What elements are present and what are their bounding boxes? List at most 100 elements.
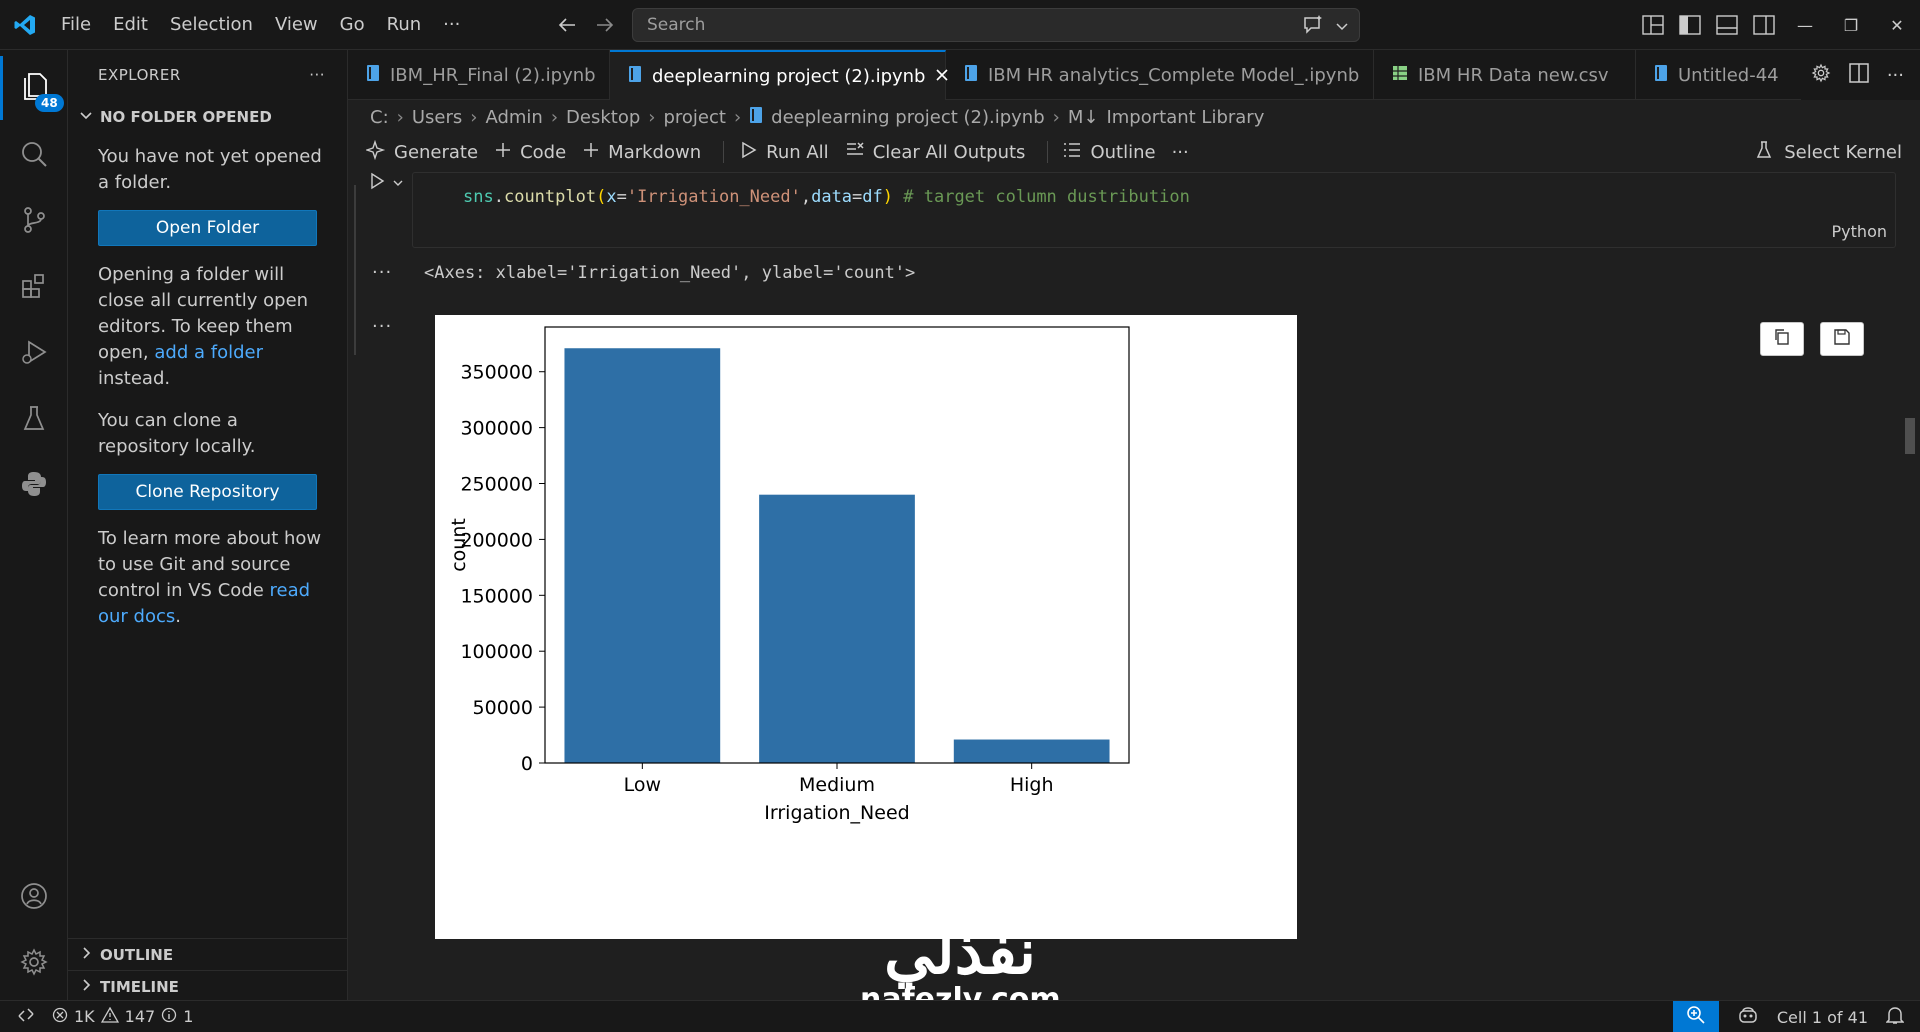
cell-position[interactable]: Cell 1 of 41 bbox=[1777, 1008, 1886, 1027]
notebook-settings-gear-icon[interactable] bbox=[1811, 63, 1831, 88]
select-kernel-button[interactable]: Select Kernel bbox=[1754, 134, 1902, 170]
tab-label: IBM HR analytics_Complete Model_.ipynb bbox=[988, 64, 1360, 86]
editor-more-actions-button[interactable]: ··· bbox=[1887, 65, 1904, 86]
menu-more[interactable]: ··· bbox=[432, 0, 471, 50]
run-cell-icon[interactable] bbox=[368, 172, 386, 195]
output-more-button[interactable]: ··· bbox=[372, 262, 392, 283]
toolbar-divider bbox=[723, 141, 725, 163]
code-token: data bbox=[811, 187, 853, 207]
restore-window-icon[interactable]: ❐ bbox=[1828, 0, 1874, 50]
menu-selection[interactable]: Selection bbox=[159, 0, 264, 50]
generate-button[interactable]: Generate bbox=[362, 139, 490, 165]
open-folder-button[interactable]: Open Folder bbox=[98, 210, 317, 246]
search-placeholder: Search bbox=[647, 15, 706, 35]
no-folder-section-header[interactable]: NO FOLDER OPENED bbox=[68, 100, 347, 134]
chevron-right-icon: › bbox=[1052, 106, 1060, 128]
copilot-chat-icon[interactable] bbox=[1301, 13, 1325, 42]
copy-output-button[interactable] bbox=[1760, 322, 1804, 356]
save-icon bbox=[1833, 328, 1851, 351]
extensions-view[interactable] bbox=[0, 256, 68, 320]
add-markdown-button[interactable]: Markdown bbox=[578, 141, 713, 164]
code-cell-editor[interactable]: sns.countplot(x='Irrigation_Need',data=d… bbox=[412, 172, 1896, 248]
chevron-down-icon[interactable] bbox=[392, 173, 404, 194]
title-bar: File Edit Selection View Go Run ··· Sear… bbox=[0, 0, 1920, 50]
save-output-button[interactable] bbox=[1820, 322, 1864, 356]
chart-output: Low Medium High 0 50000 100000 150000 200000 250… bbox=[435, 315, 1297, 939]
clone-repository-button[interactable]: Clone Repository bbox=[98, 474, 317, 510]
remote-button[interactable] bbox=[0, 1001, 52, 1032]
scrollbar-thumb[interactable] bbox=[1905, 418, 1915, 454]
breadcrumb-item[interactable]: Important Library bbox=[1106, 107, 1264, 128]
tab-ibm-hr-data-csv[interactable]: IBM HR Data new.csv bbox=[1374, 50, 1636, 100]
sidebar-more-button[interactable]: ··· bbox=[309, 66, 325, 84]
y-tick-label: 350000 bbox=[460, 362, 533, 384]
status-bar: 1K 147 1 Cell 1 of 41 bbox=[0, 1000, 1920, 1032]
breadcrumb-item[interactable]: Users bbox=[412, 107, 462, 128]
problems-button[interactable]: 1K 147 1 bbox=[52, 1006, 193, 1027]
breadcrumb-item[interactable]: Admin bbox=[485, 107, 542, 128]
toolbar-more-button[interactable]: ··· bbox=[1168, 142, 1201, 163]
warning-icon bbox=[100, 1006, 119, 1027]
breadcrumb-item[interactable]: C: bbox=[370, 107, 389, 128]
close-window-icon[interactable]: ✕ bbox=[1874, 0, 1920, 50]
outline-button[interactable]: Outline bbox=[1058, 140, 1167, 165]
search-box[interactable]: Search bbox=[632, 8, 1360, 42]
tab-deeplearning-project[interactable]: deeplearning project (2).ipynb bbox=[610, 50, 949, 100]
menu-view[interactable]: View bbox=[264, 0, 329, 50]
no-folder-message: You have not yet opened a folder. bbox=[98, 146, 322, 193]
breadcrumb-item[interactable]: deeplearning project (2).ipynb bbox=[771, 107, 1044, 128]
copilot-status-icon[interactable] bbox=[1719, 1005, 1777, 1029]
explorer-view[interactable]: 48 bbox=[0, 56, 68, 120]
kernel-icon bbox=[1754, 140, 1774, 165]
menu-go[interactable]: Go bbox=[329, 0, 376, 50]
add-folder-link[interactable]: add a folder bbox=[154, 342, 263, 363]
breadcrumb-item[interactable]: Desktop bbox=[566, 107, 640, 128]
sparkle-icon bbox=[364, 139, 386, 165]
menu-file[interactable]: File bbox=[50, 0, 102, 50]
x-tick-label: Low bbox=[624, 774, 661, 796]
chevron-right-icon bbox=[78, 945, 94, 965]
forward-arrow-icon[interactable] bbox=[594, 14, 616, 36]
zoom-button[interactable] bbox=[1672, 1001, 1719, 1032]
accounts-view[interactable] bbox=[0, 866, 68, 930]
run-all-icon bbox=[738, 140, 758, 165]
chevron-down-icon[interactable] bbox=[1335, 18, 1349, 38]
toggle-secondary-sidebar-icon[interactable] bbox=[1745, 0, 1782, 50]
python-view[interactable] bbox=[0, 454, 68, 518]
remote-icon bbox=[17, 1006, 35, 1028]
toggle-sidebar-icon[interactable] bbox=[1671, 0, 1708, 50]
breadcrumb-item[interactable]: project bbox=[663, 107, 725, 128]
tab-ibm-hr-final[interactable]: IBM_HR_Final (2).ipynb bbox=[348, 50, 610, 100]
code-comment: # target column dustribution bbox=[893, 187, 1190, 207]
y-tick-label: 100000 bbox=[460, 641, 533, 663]
testing-view[interactable] bbox=[0, 388, 68, 452]
x-tick-label: High bbox=[1010, 774, 1054, 796]
output-more-button[interactable]: ··· bbox=[372, 316, 392, 337]
tab-label: IBM_HR_Final (2).ipynb bbox=[390, 64, 596, 86]
manage-view[interactable] bbox=[0, 932, 68, 996]
select-kernel-label: Select Kernel bbox=[1784, 141, 1902, 163]
customize-layout-icon[interactable] bbox=[1634, 0, 1671, 50]
menu-run[interactable]: Run bbox=[376, 0, 433, 50]
toggle-panel-icon[interactable] bbox=[1708, 0, 1745, 50]
run-debug-view[interactable] bbox=[0, 322, 68, 386]
back-arrow-icon[interactable] bbox=[556, 14, 578, 36]
run-all-button[interactable]: Run All bbox=[734, 140, 841, 165]
add-code-button[interactable]: Code bbox=[490, 141, 578, 164]
source-control-view[interactable] bbox=[0, 190, 68, 254]
split-editor-icon[interactable] bbox=[1849, 62, 1869, 88]
chevron-right-icon: › bbox=[470, 106, 478, 128]
clear-all-outputs-button[interactable]: Clear All Outputs bbox=[841, 140, 1038, 165]
no-folder-label: NO FOLDER OPENED bbox=[100, 108, 272, 126]
tab-ibm-hr-analytics[interactable]: IBM HR analytics_Complete Model_.ipynb bbox=[946, 50, 1374, 100]
cell-language-label[interactable]: Python bbox=[1832, 222, 1887, 241]
search-view[interactable] bbox=[0, 124, 68, 188]
bar-medium bbox=[759, 494, 915, 763]
minimize-window-icon[interactable]: — bbox=[1782, 0, 1828, 50]
menu-edit[interactable]: Edit bbox=[102, 0, 159, 50]
timeline-section-header[interactable]: TIMELINE bbox=[68, 970, 348, 1002]
chevron-right-icon: › bbox=[550, 106, 559, 128]
bar-chart: Low Medium High 0 50000 100000 150000 200000 250… bbox=[448, 326, 1130, 824]
notifications-bell-icon[interactable] bbox=[1885, 1005, 1920, 1029]
outline-section-header[interactable]: OUTLINE bbox=[68, 938, 348, 970]
